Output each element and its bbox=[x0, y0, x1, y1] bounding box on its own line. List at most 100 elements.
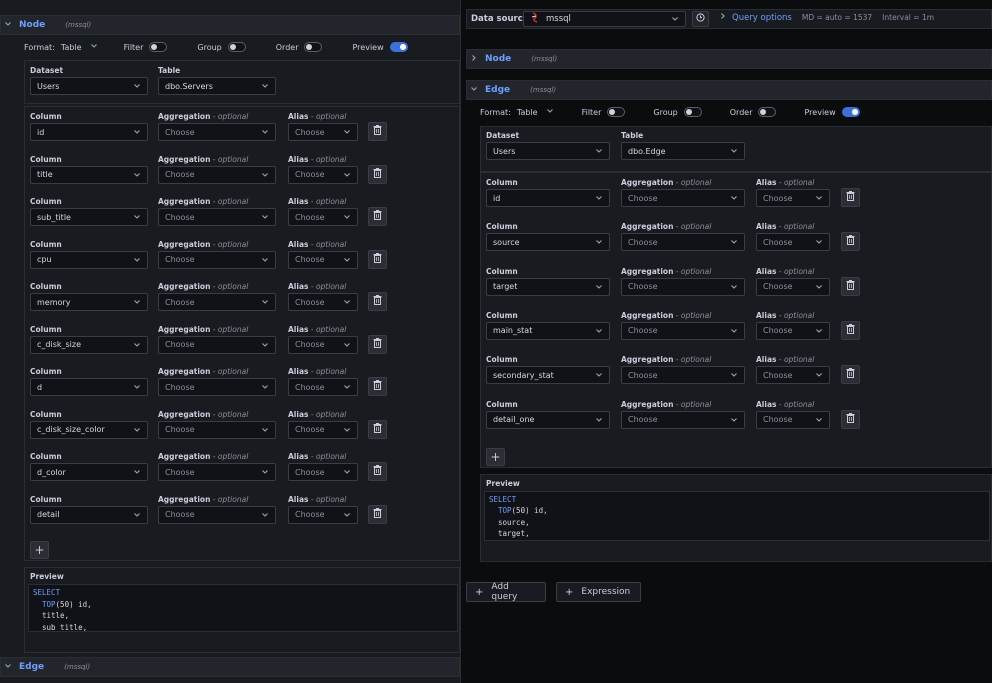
alias-select[interactable]: Choose bbox=[756, 233, 830, 252]
alias-select[interactable]: Choose bbox=[288, 250, 358, 269]
alias-select[interactable]: Choose bbox=[756, 321, 830, 340]
chevron-down-icon[interactable] bbox=[1, 20, 15, 30]
column-select[interactable]: title bbox=[30, 165, 148, 184]
expression-button[interactable]: + Expression bbox=[556, 582, 641, 602]
datasource-picker[interactable]: mssql bbox=[523, 11, 686, 27]
format-bar: Format: Table Filter Group Order Preview bbox=[480, 107, 860, 117]
aggregation-select[interactable]: Choose bbox=[621, 321, 745, 340]
delete-column-button[interactable] bbox=[368, 122, 387, 141]
alias-select[interactable]: Choose bbox=[288, 208, 358, 226]
table-select[interactable]: dbo.Servers bbox=[158, 77, 276, 95]
delete-column-button[interactable] bbox=[368, 249, 387, 269]
group-toggle[interactable] bbox=[683, 107, 702, 117]
group-toggle[interactable] bbox=[227, 42, 246, 52]
aggregation-select[interactable]: Choose bbox=[158, 165, 276, 184]
preview-toggle[interactable] bbox=[841, 107, 860, 117]
delete-column-button[interactable] bbox=[841, 320, 860, 340]
delete-column-button[interactable] bbox=[841, 276, 860, 296]
delete-column-button[interactable] bbox=[841, 365, 860, 385]
aggregation-select[interactable]: Choose bbox=[621, 410, 745, 429]
alias-select[interactable]: Choose bbox=[756, 366, 830, 385]
alias-select[interactable]: Choose bbox=[288, 123, 358, 141]
column-select[interactable]: sub_title bbox=[30, 208, 148, 226]
alias-select[interactable]: Choose bbox=[288, 293, 358, 311]
delete-column-button[interactable] bbox=[368, 377, 387, 396]
chevron-right-icon[interactable] bbox=[467, 54, 481, 64]
delete-column-button[interactable] bbox=[841, 232, 860, 252]
chevron-down-icon bbox=[133, 341, 141, 351]
dataset-select[interactable]: Users bbox=[30, 77, 148, 95]
optional-hint: - optional bbox=[308, 494, 347, 504]
column-select[interactable]: c_disk_size bbox=[30, 335, 148, 354]
edge-query-row[interactable]: Edge (mssql) bbox=[466, 80, 992, 100]
aggregation-select[interactable]: Choose bbox=[158, 293, 276, 311]
format-select[interactable]: Table bbox=[517, 107, 554, 117]
edge-query-row[interactable]: Edge (mssql) bbox=[0, 657, 460, 677]
aggregation-select[interactable]: Choose bbox=[158, 208, 276, 226]
query-history-button[interactable] bbox=[692, 11, 709, 27]
column-select[interactable]: main_stat bbox=[486, 321, 610, 340]
column-select[interactable]: c_disk_size_color bbox=[30, 420, 148, 439]
table-select[interactable]: dbo.Edge bbox=[621, 142, 745, 160]
column-select[interactable]: detail bbox=[30, 505, 148, 524]
alias-select[interactable]: Choose bbox=[756, 277, 830, 296]
delete-column-button[interactable] bbox=[368, 207, 387, 226]
format-select[interactable]: Table bbox=[61, 42, 98, 52]
column-select[interactable]: detail_one bbox=[486, 410, 610, 429]
delete-column-button[interactable] bbox=[368, 334, 387, 354]
aggregation-select[interactable]: Choose bbox=[621, 277, 745, 296]
aggregation-select[interactable]: Choose bbox=[158, 463, 276, 481]
delete-column-button[interactable] bbox=[368, 462, 387, 481]
column-select[interactable]: memory bbox=[30, 293, 148, 311]
aggregation-select[interactable]: Choose bbox=[621, 189, 745, 207]
node-query-row[interactable]: Node (mssql) bbox=[466, 49, 992, 69]
alias-select[interactable]: Choose bbox=[288, 378, 358, 396]
aggregation-select[interactable]: Choose bbox=[621, 233, 745, 252]
filter-toggle[interactable] bbox=[149, 42, 168, 52]
aggregation-select[interactable]: Choose bbox=[158, 420, 276, 439]
alias-select[interactable]: Choose bbox=[756, 410, 830, 429]
order-toggle[interactable] bbox=[304, 42, 323, 52]
column-select[interactable]: cpu bbox=[30, 250, 148, 269]
chevron-down-icon[interactable] bbox=[467, 85, 481, 95]
aggregation-select[interactable]: Choose bbox=[158, 250, 276, 269]
alias-select[interactable]: Choose bbox=[756, 189, 830, 207]
delete-column-button[interactable] bbox=[368, 419, 387, 439]
delete-column-button[interactable] bbox=[841, 188, 860, 207]
column-select[interactable]: secondary_stat bbox=[486, 366, 610, 385]
column-label: Column bbox=[30, 155, 62, 164]
add-column-button[interactable]: + bbox=[486, 447, 505, 466]
order-toggle[interactable] bbox=[758, 107, 777, 117]
alias-select[interactable]: Choose bbox=[288, 420, 358, 439]
node-query-row[interactable]: Node (mssql) bbox=[0, 15, 460, 35]
column-select[interactable]: d_color bbox=[30, 463, 148, 481]
delete-column-button[interactable] bbox=[368, 164, 387, 184]
alias-select[interactable]: Choose bbox=[288, 463, 358, 481]
optional-hint: - optional bbox=[308, 239, 347, 249]
column-select[interactable]: id bbox=[30, 123, 148, 141]
sql-preview[interactable]: SELECT TOP(50) id, source, target, bbox=[484, 490, 990, 541]
preview-toggle[interactable] bbox=[389, 42, 408, 52]
add-column-button[interactable]: + bbox=[30, 541, 49, 559]
column-select[interactable]: source bbox=[486, 233, 610, 252]
column-select[interactable]: d bbox=[30, 378, 148, 396]
query-options-toggle[interactable]: Query options MD = auto = 1537 Interval = … bbox=[719, 12, 934, 23]
sql-preview[interactable]: SELECT TOP(50) id, title, sub_title, bbox=[28, 584, 458, 632]
filter-toggle[interactable] bbox=[607, 107, 626, 117]
chevron-down-icon[interactable] bbox=[1, 662, 15, 672]
column-select[interactable]: target bbox=[486, 277, 610, 296]
alias-select[interactable]: Choose bbox=[288, 165, 358, 184]
aggregation-select[interactable]: Choose bbox=[158, 335, 276, 354]
aggregation-select[interactable]: Choose bbox=[158, 505, 276, 524]
delete-column-button[interactable] bbox=[368, 504, 387, 524]
dataset-select[interactable]: Users bbox=[486, 142, 610, 160]
aggregation-select[interactable]: Choose bbox=[158, 378, 276, 396]
delete-column-button[interactable] bbox=[368, 292, 387, 311]
aggregation-select[interactable]: Choose bbox=[621, 366, 745, 385]
alias-select[interactable]: Choose bbox=[288, 505, 358, 524]
add-query-button[interactable]: + Add query bbox=[466, 582, 546, 602]
delete-column-button[interactable] bbox=[841, 409, 860, 429]
column-select[interactable]: id bbox=[486, 189, 610, 207]
aggregation-select[interactable]: Choose bbox=[158, 123, 276, 141]
alias-select[interactable]: Choose bbox=[288, 335, 358, 354]
